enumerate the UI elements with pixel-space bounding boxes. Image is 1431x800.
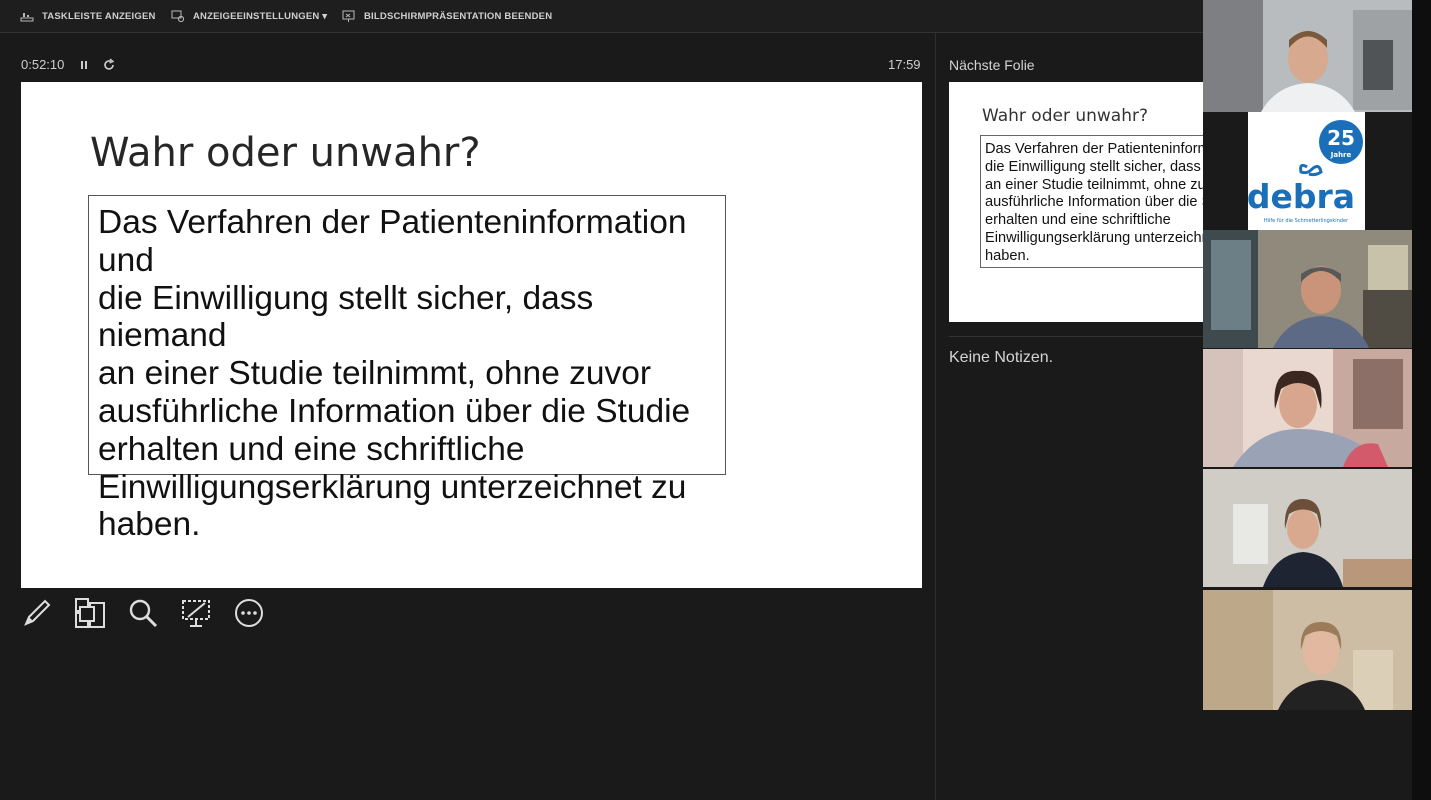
end-show-icon <box>342 10 355 22</box>
participant-image <box>1203 590 1412 710</box>
slide-title: Wahr oder unwahr? <box>90 130 481 176</box>
display-settings-icon <box>171 10 185 23</box>
slide-line: haben. <box>98 506 201 544</box>
elapsed-timer: 0:52:10 <box>21 57 65 72</box>
display-settings-button[interactable]: ANZEIGEEINSTELLUNGEN ▾ <box>171 8 327 24</box>
logo-badge: 25 <box>1327 126 1355 150</box>
slide-line: Das Verfahren der Patienteninformation u… <box>98 204 687 279</box>
slide-line: Einwilligungserklärung unterzeichnet zu <box>98 468 687 506</box>
participant-video[interactable] <box>1203 230 1412 348</box>
panel-divider <box>935 33 936 800</box>
pause-timer-button[interactable] <box>76 57 92 73</box>
participant-image <box>1203 349 1412 467</box>
next-slide-line: die Einwilligung stellt sicher, dass nie… <box>985 158 1203 175</box>
next-slide-text-box: Das Verfahren der Patienteninformation u… <box>980 135 1203 268</box>
logo-tagline: Hilfe für die Schmetterlingskinder <box>1264 218 1349 224</box>
participant-logo-tile[interactable]: 25 Jahre debra Hilfe für die Schmetterli… <box>1203 112 1412 230</box>
participant-video[interactable] <box>1203 590 1412 710</box>
slide-tools <box>20 596 265 629</box>
speaker-notes: Keine Notizen. <box>949 349 1054 366</box>
next-slide-line: Das Verfahren der Patienteninformation u… <box>985 141 1203 157</box>
slide-line: erhalten und eine schriftliche <box>98 430 525 468</box>
pen-icon <box>23 599 50 626</box>
next-slide-line: erhalten und eine schriftliche <box>985 212 1171 229</box>
logo-text: debra <box>1247 177 1355 216</box>
show-taskbar-button[interactable]: TASKLEISTE ANZEIGEN <box>20 8 156 24</box>
next-slide-text: Das Verfahren der Patienteninformation u… <box>985 141 1203 266</box>
more-options-button[interactable] <box>232 596 265 629</box>
clock: 17:59 <box>888 57 921 72</box>
participant-video[interactable] <box>1203 349 1412 467</box>
next-slide-line: ausführliche Information über die Studie <box>985 194 1203 211</box>
end-show-button[interactable]: BILDSCHIRMPRÄSENTATION BEENDEN <box>342 8 552 24</box>
logo-badge-sub: Jahre <box>1330 151 1352 159</box>
zoom-icon <box>129 599 157 627</box>
next-slide-title: Wahr oder unwahr? <box>982 106 1149 126</box>
see-all-slides-button[interactable] <box>73 596 106 629</box>
screen-icon <box>181 599 210 627</box>
display-settings-label: ANZEIGEEINSTELLUNGEN ▾ <box>193 10 328 22</box>
notes-separator <box>949 336 1203 337</box>
next-slide-label: Nächste Folie <box>949 57 1035 73</box>
slide-line: ausführliche Information über die Studie <box>98 392 691 430</box>
slide-text-box: Das Verfahren der Patienteninformation u… <box>88 195 726 543</box>
participant-image <box>1203 0 1412 118</box>
slide-line: die Einwilligung stellt sicher, dass nie… <box>98 279 594 355</box>
current-slide[interactable]: Wahr oder unwahr? Das Verfahren der Pati… <box>21 82 922 588</box>
slides-grid-icon <box>74 597 105 628</box>
window-edge <box>1412 0 1431 800</box>
pen-tool-button[interactable] <box>20 596 53 629</box>
participant-image <box>1203 230 1412 348</box>
more-options-icon <box>234 598 263 627</box>
reset-icon <box>104 58 115 70</box>
reset-timer-button[interactable] <box>101 57 117 73</box>
zoom-button[interactable] <box>126 596 159 629</box>
next-slide-line: an einer Studie teilnimmt, ohne zuvor <box>985 176 1203 193</box>
presenter-toolbar: TASKLEISTE ANZEIGEN ANZEIGEEINSTELLUNGEN… <box>0 0 1203 33</box>
black-screen-button[interactable] <box>179 596 212 629</box>
end-show-label: BILDSCHIRMPRÄSENTATION BEENDEN <box>364 10 553 22</box>
next-slide-line: haben. <box>985 247 1030 264</box>
participant-video[interactable] <box>1203 469 1412 587</box>
slide-text: Das Verfahren der Patienteninformation u… <box>98 204 716 544</box>
debra-logo: 25 Jahre debra Hilfe für die Schmetterli… <box>1203 112 1412 230</box>
next-slide-line: Einwilligungserklärung unterzeichnet zu <box>985 229 1203 246</box>
taskbar-icon <box>20 13 34 22</box>
participant-image <box>1203 469 1412 587</box>
show-taskbar-label: TASKLEISTE ANZEIGEN <box>42 10 156 22</box>
pause-icon <box>81 61 87 69</box>
slide-line: an einer Studie teilnimmt, ohne zuvor <box>98 355 652 393</box>
next-slide-preview[interactable]: Wahr oder unwahr? Das Verfahren der Pati… <box>949 82 1203 322</box>
participant-video[interactable] <box>1203 0 1412 118</box>
